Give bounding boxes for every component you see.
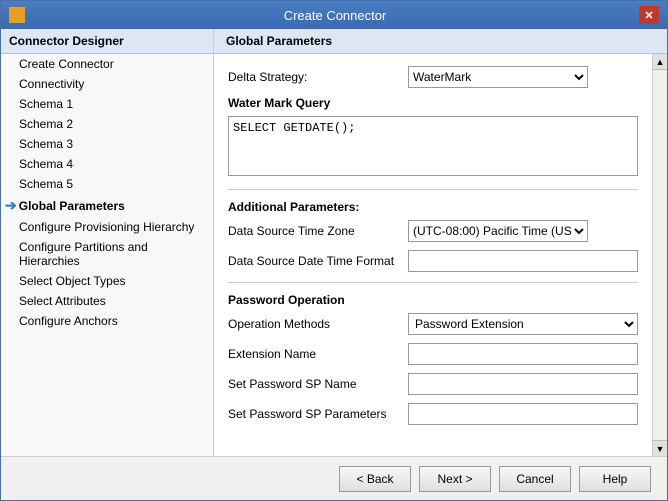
- data-source-dtformat-input[interactable]: yyyy-MM-dd HH:mm:ss: [408, 250, 638, 272]
- main-panel-header: Global Parameters: [214, 29, 667, 54]
- help-button[interactable]: Help: [579, 466, 651, 492]
- sidebar-item-create-connector[interactable]: Create Connector: [1, 54, 213, 74]
- sidebar-item-connectivity[interactable]: Connectivity: [1, 74, 213, 94]
- divider-1: [228, 189, 638, 190]
- extension-name-input[interactable]: [408, 343, 638, 365]
- data-source-dtformat-label: Data Source Date Time Format: [228, 254, 408, 268]
- window-title: Create Connector: [31, 8, 639, 23]
- sidebar-item-select-object-types[interactable]: Select Object Types: [1, 271, 213, 291]
- extension-name-label: Extension Name: [228, 347, 408, 361]
- current-arrow-icon: ➔: [5, 197, 17, 214]
- delta-strategy-select[interactable]: WaterMark: [408, 66, 588, 88]
- password-operation-label: Password Operation: [228, 293, 638, 307]
- footer: < Back Next > Cancel Help: [1, 456, 667, 500]
- sidebar: Connector Designer Create Connector Conn…: [1, 29, 214, 456]
- sidebar-item-global-parameters[interactable]: ➔ Global Parameters: [1, 194, 213, 217]
- extension-name-row: Extension Name: [228, 343, 638, 365]
- delta-strategy-row: Delta Strategy: WaterMark: [228, 66, 638, 88]
- sidebar-item-schema4[interactable]: Schema 4: [1, 154, 213, 174]
- sidebar-item-schema2[interactable]: Schema 2: [1, 114, 213, 134]
- set-password-sp-params-input[interactable]: [408, 403, 638, 425]
- sidebar-item-schema3[interactable]: Schema 3: [1, 134, 213, 154]
- main-window: Create Connector ✕ Connector Designer Cr…: [0, 0, 668, 501]
- data-source-tz-label: Data Source Time Zone: [228, 224, 408, 238]
- title-bar: Create Connector ✕: [1, 1, 667, 29]
- set-password-sp-params-label: Set Password SP Parameters: [228, 407, 408, 421]
- main-content: Delta Strategy: WaterMark Water Mark Que…: [214, 54, 652, 456]
- back-button[interactable]: < Back: [339, 466, 411, 492]
- operation-methods-select[interactable]: Password Extension: [408, 313, 638, 335]
- set-password-sp-params-row: Set Password SP Parameters: [228, 403, 638, 425]
- data-source-dtformat-row: Data Source Date Time Format yyyy-MM-dd …: [228, 250, 638, 272]
- watermark-query-section: Water Mark Query SELECT GETDATE();: [228, 96, 638, 179]
- set-password-sp-name-label: Set Password SP Name: [228, 377, 408, 391]
- divider-2: [228, 282, 638, 283]
- scrollbar-track: [653, 70, 667, 440]
- set-password-sp-name-row: Set Password SP Name: [228, 373, 638, 395]
- close-button[interactable]: ✕: [639, 6, 659, 24]
- operation-methods-row: Operation Methods Password Extension: [228, 313, 638, 335]
- main-panel: Global Parameters Delta Strategy: WaterM…: [214, 29, 667, 456]
- sidebar-item-configure-partitions[interactable]: Configure Partitions and Hierarchies: [1, 237, 213, 271]
- next-button[interactable]: Next >: [419, 466, 491, 492]
- data-source-tz-row: Data Source Time Zone (UTC-08:00) Pacifi…: [228, 220, 638, 242]
- sidebar-item-schema5[interactable]: Schema 5: [1, 174, 213, 194]
- content-area: Connector Designer Create Connector Conn…: [1, 29, 667, 456]
- data-source-tz-select[interactable]: (UTC-08:00) Pacific Time (US & C...: [408, 220, 588, 242]
- scrollbar-up-button[interactable]: ▲: [653, 54, 667, 70]
- app-icon: [9, 7, 25, 23]
- set-password-sp-name-input[interactable]: [408, 373, 638, 395]
- sidebar-item-configure-anchors[interactable]: Configure Anchors: [1, 311, 213, 331]
- watermark-query-label: Water Mark Query: [228, 96, 638, 110]
- scrollbar-down-button[interactable]: ▼: [653, 440, 667, 456]
- operation-methods-label: Operation Methods: [228, 317, 408, 331]
- sidebar-item-configure-provisioning[interactable]: Configure Provisioning Hierarchy: [1, 217, 213, 237]
- watermark-query-textarea[interactable]: SELECT GETDATE();: [228, 116, 638, 176]
- cancel-button[interactable]: Cancel: [499, 466, 571, 492]
- sidebar-header: Connector Designer: [1, 29, 213, 54]
- scrollbar[interactable]: ▲ ▼: [652, 54, 667, 456]
- additional-params-label: Additional Parameters:: [228, 200, 638, 214]
- sidebar-item-schema1[interactable]: Schema 1: [1, 94, 213, 114]
- sidebar-item-select-attributes[interactable]: Select Attributes: [1, 291, 213, 311]
- delta-strategy-label: Delta Strategy:: [228, 70, 408, 84]
